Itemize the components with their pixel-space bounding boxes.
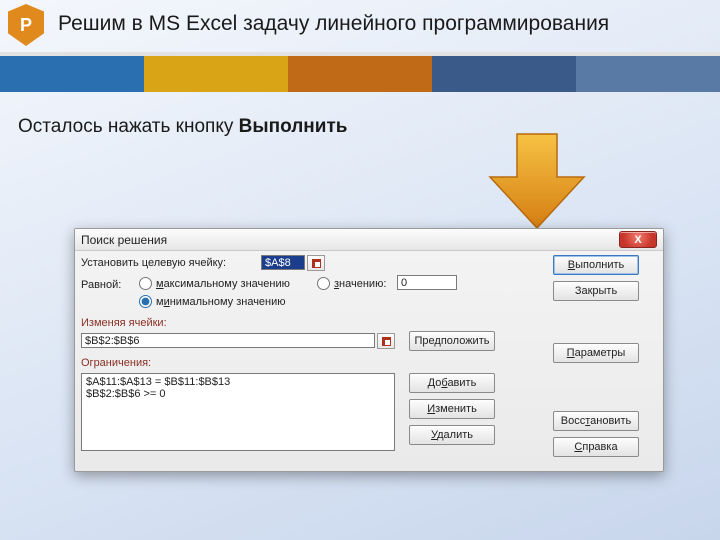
changing-cells-section: Изменяя ячейки:	[81, 317, 167, 329]
instruction-text: Осталось нажать кнопку Выполнить	[18, 116, 347, 138]
range-picker-icon[interactable]	[307, 255, 325, 271]
restore-button[interactable]: Восстановить	[553, 411, 639, 431]
parameters-button[interactable]: Параметры	[553, 343, 639, 363]
down-arrow-icon	[482, 132, 592, 232]
radio-min-label: минимальному значению	[156, 296, 286, 308]
constraint-item: $A$11:$A$13 = $B$11:$B$13	[86, 376, 390, 388]
dialog-titlebar: Поиск решения X	[75, 229, 663, 251]
constraint-item: $B$2:$B$6 >= 0	[86, 388, 390, 400]
execute-button[interactable]: Выполнить	[553, 255, 639, 275]
constraints-section: Ограничения:	[81, 357, 151, 369]
changing-cells-input[interactable]: $B$2:$B$6	[81, 333, 375, 348]
instruction-prefix: Осталось нажать кнопку	[18, 116, 239, 137]
value-input[interactable]: 0	[397, 275, 457, 290]
close-dialog-button[interactable]: Закрыть	[553, 281, 639, 301]
radio-value-label: значению:	[334, 278, 386, 290]
close-icon: X	[634, 234, 641, 246]
target-cell-label: Установить целевую ячейку:	[81, 257, 226, 269]
slide-logo: P	[8, 4, 44, 46]
constraints-list[interactable]: $A$11:$A$13 = $B$11:$B$13 $B$2:$B$6 >= 0	[81, 373, 395, 451]
decorative-stripe	[0, 52, 720, 92]
close-button[interactable]: X	[619, 231, 657, 248]
solver-dialog: Поиск решения X Установить целевую ячейк…	[74, 228, 664, 472]
guess-button[interactable]: Предположить	[409, 331, 495, 351]
slide-title: Решим в MS Excel задачу линейного програ…	[58, 12, 609, 36]
change-button[interactable]: Изменить	[409, 399, 495, 419]
equal-label: Равной:	[81, 279, 121, 291]
dialog-title: Поиск решения	[81, 233, 167, 247]
target-cell-input[interactable]: $A$8	[261, 255, 305, 270]
add-button[interactable]: Добавить	[409, 373, 495, 393]
instruction-bold: Выполнить	[239, 116, 348, 137]
range-picker-icon[interactable]	[377, 333, 395, 349]
radio-value[interactable]: значению:	[317, 277, 386, 290]
delete-button[interactable]: Удалить	[409, 425, 495, 445]
help-button[interactable]: Справка	[553, 437, 639, 457]
radio-min[interactable]: минимальному значению	[139, 295, 286, 308]
radio-max[interactable]: максимальному значению	[139, 277, 290, 290]
radio-max-label: максимальному значению	[156, 278, 290, 290]
